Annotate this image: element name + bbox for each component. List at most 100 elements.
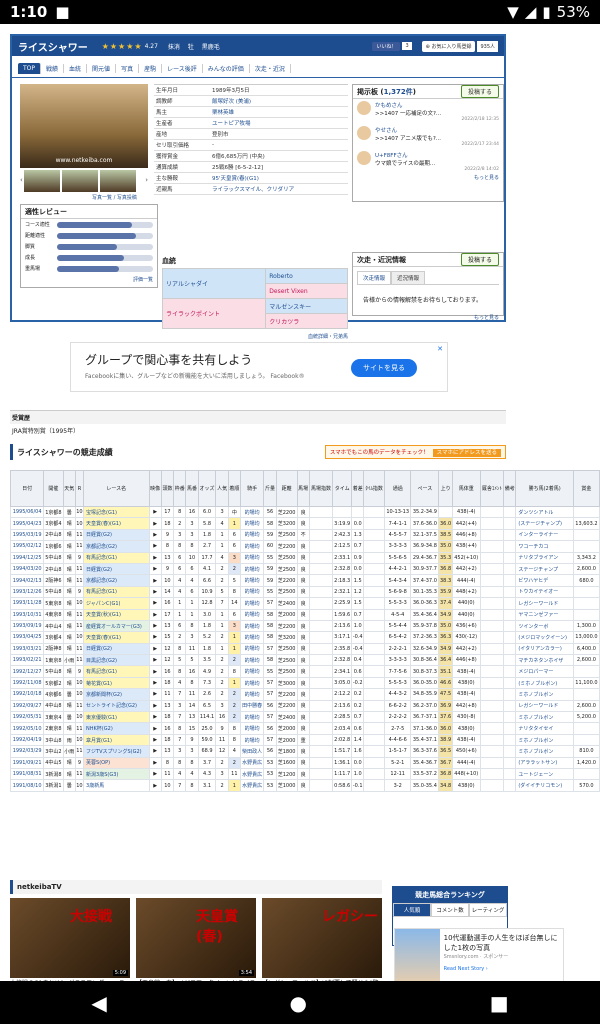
results-column-header[interactable]: 日付 (9, 470, 45, 507)
next-arrow-icon[interactable]: › (145, 176, 148, 184)
video-icon[interactable]: ▶ (148, 779, 162, 792)
results-column-header[interactable]: 騎手 (239, 470, 265, 507)
table-cell[interactable]: 日経賞(G2) (83, 642, 150, 656)
table-cell[interactable]: 的場均 (239, 733, 265, 747)
board-more-link[interactable]: もっと見る (353, 174, 503, 181)
results-column-header[interactable]: 馬場 (296, 470, 310, 507)
results-column-header[interactable]: レース名 (83, 470, 150, 507)
results-column-header[interactable]: ﾀｲﾑ指数 (363, 470, 385, 507)
table-cell[interactable]: NHK杯(G2) (83, 722, 150, 735)
table-cell[interactable]: 1995/06/04 (9, 505, 45, 519)
results-column-header[interactable]: 馬番 (185, 470, 199, 507)
tab-kanmoto[interactable]: 関元値 (87, 64, 117, 73)
results-column-header[interactable]: 斤量 (263, 470, 277, 507)
video-icon[interactable]: ▶ (148, 562, 162, 576)
table-cell[interactable]: 1993/10/31 (9, 608, 45, 621)
tab-recent-info[interactable]: 近況情報 (391, 271, 426, 284)
sire-sire[interactable]: Roberto (265, 268, 348, 284)
table-cell[interactable]: 1993/03/21 (9, 642, 45, 656)
tab-race-review[interactable]: レース後評 (162, 64, 203, 73)
table-cell[interactable]: ミホノブルボン (515, 688, 574, 701)
table-cell[interactable]: インターライナー (515, 528, 574, 542)
table-cell[interactable]: ナリタブライアン (515, 551, 574, 564)
results-column-header[interactable]: 枠番 (173, 470, 187, 507)
table-cell[interactable]: ミホノブルボン (515, 745, 574, 758)
table-cell[interactable]: 柴田政人 (239, 745, 265, 758)
table-cell[interactable]: 1991/08/10 (9, 779, 45, 792)
results-column-header[interactable]: 開催 (43, 470, 64, 507)
video-icon[interactable]: ▶ (148, 597, 162, 610)
ad-cta-button[interactable]: サイトを見る (351, 359, 417, 377)
table-cell[interactable]: 東京優駿(G1) (83, 711, 150, 724)
table-cell[interactable]: 日経賞(G2) (83, 562, 150, 576)
table-cell[interactable]: 的場均 (239, 585, 265, 599)
video-icon[interactable]: ▶ (148, 642, 162, 656)
table-cell[interactable]: 有馬記念(G1) (83, 551, 150, 564)
table-cell[interactable]: ツインターボ (515, 619, 574, 633)
table-cell[interactable]: レガシーワールド (515, 699, 574, 713)
dam-dam[interactable]: クリカツラ (265, 313, 348, 329)
table-cell[interactable]: 水野貴広 (239, 756, 265, 770)
table-cell[interactable]: 1992/03/29 (9, 745, 45, 758)
video-icon[interactable]: ▶ (148, 608, 162, 621)
facebook-ad[interactable]: グループで関心事を共有しよう Facebookに集い、グループなどの新機能を大い… (70, 342, 448, 392)
results-column-header[interactable]: 通過 (383, 470, 412, 507)
video-icon[interactable]: ▶ (148, 631, 162, 644)
table-cell[interactable]: ステージチャンプ (515, 562, 574, 576)
table-cell[interactable]: (ステージチャンプ) (515, 517, 574, 530)
table-cell[interactable]: 京都新聞杯(G2) (83, 688, 150, 701)
profile-value[interactable]: ユートピア牧場 (212, 119, 251, 127)
table-cell[interactable]: 1994/02/13 (9, 574, 45, 587)
table-cell[interactable]: 的場均 (239, 597, 265, 610)
board-post[interactable]: かもめさん >>1407 一応補足の文?... 2022/2/18 12:35 (353, 99, 503, 124)
table-cell[interactable]: 1991/09/21 (9, 756, 45, 770)
table-cell[interactable]: 1994/12/25 (9, 551, 45, 564)
table-cell[interactable]: 的場均 (239, 711, 265, 724)
video-icon[interactable]: ▶ (148, 745, 162, 758)
next-race-post-button[interactable]: 投稿する (460, 253, 499, 266)
table-cell[interactable]: 1992/11/08 (9, 676, 45, 690)
table-cell[interactable]: 京都記念(G2) (83, 574, 150, 587)
table-cell[interactable]: (アララットサン) (515, 756, 574, 770)
table-cell[interactable]: 天皇賞(春)(G1) (83, 517, 150, 530)
table-cell[interactable]: 3歳新馬 (83, 779, 150, 792)
table-cell[interactable]: 1991/08/31 (9, 767, 45, 781)
video-icon[interactable]: ▶ (148, 585, 162, 599)
table-cell[interactable]: 的場均 (239, 665, 265, 678)
table-cell[interactable]: 有馬記念(G1) (83, 585, 150, 599)
table-cell[interactable]: 芙蓉S(OP) (83, 756, 150, 770)
table-cell[interactable]: ミホノブルボン (515, 733, 574, 747)
video-icon[interactable]: ▶ (148, 574, 162, 587)
board-post[interactable]: U+F8FFさん ウマ娘でライスの最期... 2022/2/8 14:02 (353, 149, 503, 174)
table-cell[interactable]: ヤマニンゼファー (515, 608, 574, 621)
video-card[interactable]: 天皇賞(春)3:54【天皇賞・春】メジロマックイーンとライスシャワー、平成最強ス… (136, 898, 256, 981)
video-icon[interactable]: ▶ (148, 665, 162, 678)
video-icon[interactable]: ▶ (148, 517, 162, 530)
video-card[interactable]: 大接戦5:09大接戦のG1まとめ！ グラスワンダーvs スペシャルウィークなど名… (10, 898, 130, 981)
table-cell[interactable]: 的場均 (239, 676, 265, 690)
table-cell[interactable]: トウカイテイオー (515, 585, 574, 599)
board-post[interactable]: やせさん >>1407 アニメ版でも?... 2022/2/17 23:44 (353, 124, 503, 149)
table-cell[interactable]: 皐月賞(G1) (83, 733, 150, 747)
video-thumbnail[interactable]: 天皇賞(春) 3:54 (136, 898, 256, 978)
table-cell[interactable]: 1994/03/20 (9, 562, 45, 576)
home-icon[interactable]: ● (290, 991, 307, 1015)
tab-top[interactable]: TOP (18, 63, 42, 74)
promo-send-button[interactable]: スマホにアドレスを送る (432, 449, 501, 457)
results-column-header[interactable]: 厩舎ｺﾒﾝﾄ (479, 470, 505, 507)
recents-icon[interactable]: ■ (490, 991, 509, 1015)
table-cell[interactable]: 的場均 (239, 642, 265, 656)
table-cell[interactable]: 的場均 (239, 540, 265, 553)
video-icon[interactable]: ▶ (148, 619, 162, 633)
table-cell[interactable]: 日経賞(G2) (83, 528, 150, 542)
video-icon[interactable]: ▶ (148, 676, 162, 690)
table-cell[interactable]: ワコーチカコ (515, 540, 574, 553)
table-cell[interactable]: 的場均 (239, 688, 265, 701)
results-column-header[interactable]: 人気 (215, 470, 229, 507)
table-cell[interactable]: レガシーワールド (515, 597, 574, 610)
results-column-header[interactable]: 着順 (227, 470, 241, 507)
ad-close-icon[interactable]: ✕ (437, 345, 443, 353)
results-column-header[interactable]: 頭数 (160, 470, 175, 507)
back-icon[interactable]: ◀ (91, 991, 106, 1015)
table-cell[interactable]: (イタリアンカラー) (515, 642, 574, 656)
